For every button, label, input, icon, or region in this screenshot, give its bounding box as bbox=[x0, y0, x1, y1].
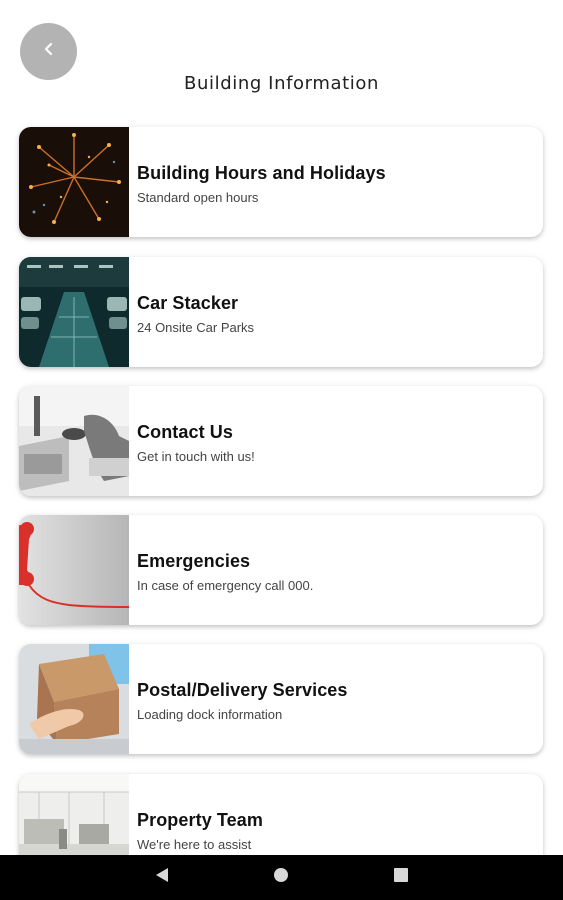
item-title: Building Hours and Holidays bbox=[137, 163, 386, 183]
triangle-back-icon bbox=[155, 867, 169, 888]
item-subtitle: We're here to assist bbox=[137, 837, 252, 852]
square-recents-icon bbox=[394, 868, 408, 887]
item-title: Postal/Delivery Services bbox=[137, 680, 348, 700]
info-list: Building Hours and Holidays Standard ope… bbox=[0, 0, 563, 884]
nav-recents-button[interactable] bbox=[376, 855, 426, 900]
list-item-car-stacker[interactable]: Car Stacker 24 Onsite Car Parks bbox=[19, 257, 543, 367]
item-title: Property Team bbox=[137, 810, 264, 830]
red-phone-photo bbox=[19, 515, 129, 625]
parcel-photo bbox=[19, 644, 129, 754]
nav-back-button[interactable] bbox=[137, 855, 187, 900]
fireworks-photo bbox=[19, 127, 129, 237]
item-title: Contact Us bbox=[137, 422, 234, 442]
item-title: Car Stacker bbox=[137, 293, 239, 313]
item-subtitle: Loading dock information bbox=[137, 707, 283, 722]
system-navigation-bar bbox=[0, 855, 563, 900]
list-item-contact-us[interactable]: Contact Us Get in touch with us! bbox=[19, 386, 543, 496]
list-item-emergencies[interactable]: Emergencies In case of emergency call 00… bbox=[19, 515, 543, 625]
list-item-building-hours[interactable]: Building Hours and Holidays Standard ope… bbox=[19, 127, 543, 237]
list-item-postal-delivery[interactable]: Postal/Delivery Services Loading dock in… bbox=[19, 644, 543, 754]
item-subtitle: Standard open hours bbox=[137, 190, 259, 205]
nav-home-button[interactable] bbox=[256, 855, 306, 900]
item-subtitle: 24 Onsite Car Parks bbox=[137, 320, 255, 335]
circle-home-icon bbox=[273, 867, 289, 888]
car-park-photo bbox=[19, 257, 129, 367]
item-title: Emergencies bbox=[137, 551, 251, 571]
item-subtitle: Get in touch with us! bbox=[137, 449, 255, 464]
desk-phone-photo bbox=[19, 386, 129, 496]
item-subtitle: In case of emergency call 000. bbox=[137, 578, 314, 593]
